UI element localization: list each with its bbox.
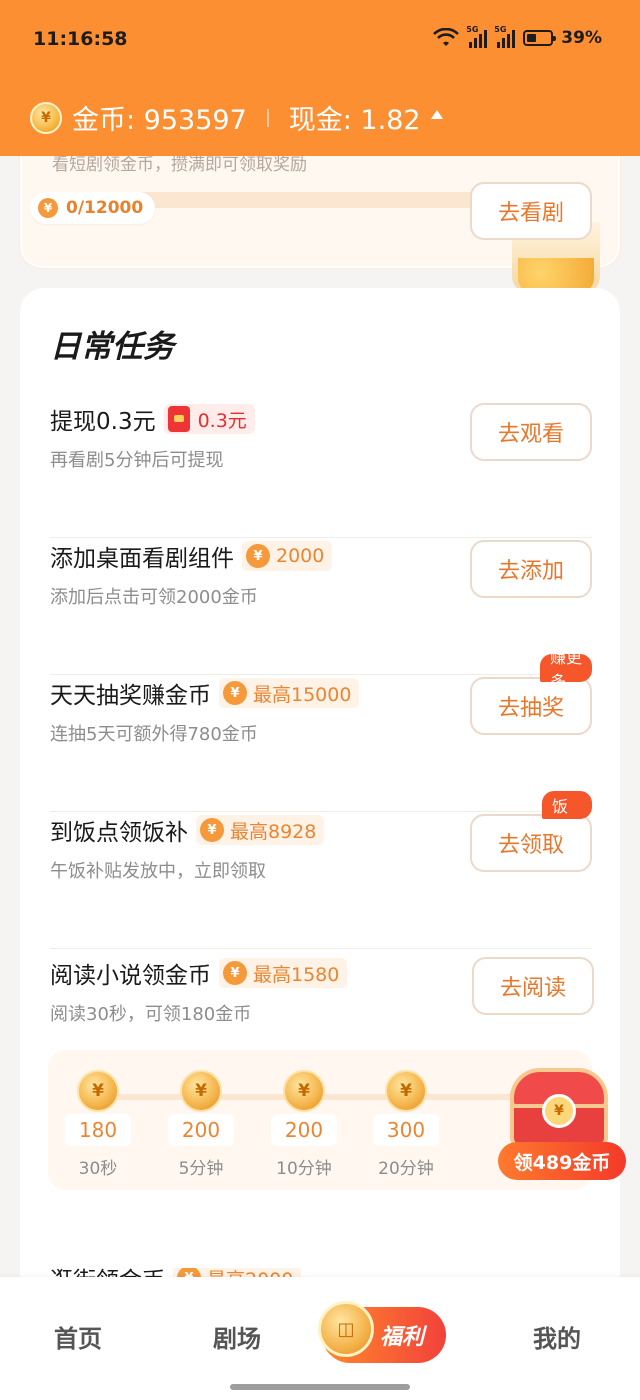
promo-badge: 开饭啦 [542, 773, 592, 840]
task-reward: ¥ 最高15000 [219, 678, 360, 708]
task-row: 阅读小说领金币 ¥ 最高1580 阅读30秒，可领180金币 去阅读 [50, 956, 594, 1040]
task-subtitle: 午饭补贴发放中，立即领取 [50, 861, 266, 882]
reading-reward-strip: ¥ 180 30秒 ¥ 200 5分钟 ¥ 200 10分钟 ¥ 300 20分… [48, 1050, 626, 1190]
daily-tasks-card: 日常任务 提现0.3元 0.3元 再看剧5分钟后可提现 去观看 添加桌面看剧组件… [20, 288, 626, 1388]
home-indicator[interactable] [230, 1384, 410, 1390]
step-time: 20分钟 [378, 1159, 434, 1179]
reading-step: ¥ 200 5分钟 [161, 1070, 241, 1179]
task-row: 提现0.3元 0.3元 再看剧5分钟后可提现 去观看 [50, 402, 592, 538]
coin-balance-bar[interactable]: ¥ 金币: 953597 现金: 1.82 [30, 98, 443, 137]
reading-step: ¥ 300 20分钟 [366, 1070, 446, 1179]
gold-coin-icon: ¥ [180, 1070, 222, 1112]
step-amount: 180 [65, 1114, 131, 1146]
status-icons: 5G 5G 39% [433, 25, 602, 48]
battery-icon [523, 30, 557, 46]
step-amount: 300 [373, 1114, 439, 1146]
battery-percent: 39% [561, 28, 602, 48]
task-row: 添加桌面看剧组件 ¥2000 添加后点击可领2000金币 去添加 [50, 539, 592, 675]
task-title: 提现0.3元 [50, 409, 156, 435]
coin-icon: ¥ [30, 101, 62, 134]
task-reward: ¥2000 [242, 541, 333, 571]
yuan-coin-icon: ¥ [223, 961, 247, 985]
yuan-coin-icon: ¥ [246, 544, 270, 568]
task-row: 天天抽奖赚金币 ¥ 最高15000 连抽5天可额外得780金币 去抽奖 赚更多 [50, 648, 592, 812]
step-amount: 200 [168, 1114, 234, 1146]
gold-coin-icon: ¥ [385, 1070, 427, 1112]
task-title: 阅读小说领金币 [50, 963, 211, 989]
red-envelope-icon [167, 406, 190, 432]
go-watch-task-button[interactable]: 去观看 [470, 403, 592, 461]
task-reward: 0.3元 [163, 404, 255, 434]
bottom-nav: 首页 剧场 福利 ◫ 我的 [0, 1277, 640, 1400]
watch-progress-pill: ¥ 0/12000 [30, 192, 156, 224]
status-bar: 11:16:58 5G 5G 39% [0, 0, 640, 80]
step-time: 5分钟 [178, 1159, 224, 1179]
signal-icon: 5G [494, 25, 516, 48]
task-title: 到饭点领饭补 [50, 820, 188, 846]
coin-balance: 金币: 953597 [72, 105, 247, 136]
task-title: 天天抽奖赚金币 [50, 683, 211, 709]
claim-chest-button[interactable]: 领489金币 [498, 1142, 626, 1180]
treasure-chest-icon[interactable]: ¥ [504, 1068, 614, 1148]
task-row: 到饭点领饭补 ¥最高8928 午饭补贴发放中，立即领取 去领取 开饭啦 [50, 773, 592, 949]
step-time: 30秒 [78, 1159, 118, 1179]
section-title: 日常任务 [50, 329, 174, 365]
reading-step: ¥ 200 10分钟 [264, 1070, 344, 1179]
promo-badge: 赚更多 [540, 648, 592, 691]
divider [266, 108, 269, 127]
watch-progress-text: 0/12000 [66, 198, 144, 218]
nav-mine[interactable]: 我的 [533, 1319, 581, 1354]
yuan-coin-icon: ¥ [38, 198, 58, 218]
task-subtitle: 添加后点击可领2000金币 [50, 587, 258, 608]
wifi-icon [433, 28, 460, 46]
gold-coin-icon: ¥ [283, 1070, 325, 1112]
task-subtitle: 阅读30秒，可领180金币 [50, 1004, 252, 1025]
gold-coin-icon: ¥ [77, 1070, 119, 1112]
go-watch-button[interactable]: 去看剧 [470, 182, 592, 240]
status-time: 11:16:58 [33, 28, 128, 50]
go-add-button[interactable]: 去添加 [470, 540, 592, 598]
task-subtitle: 再看剧5分钟后可提现 [50, 450, 224, 471]
nav-home[interactable]: 首页 [54, 1319, 102, 1354]
yuan-coin-icon: ¥ [223, 681, 247, 705]
reading-step: ¥ 180 30秒 [58, 1070, 138, 1179]
welfare-coin-icon: ◫ [318, 1301, 374, 1357]
step-amount: 200 [271, 1114, 337, 1146]
task-subtitle: 连抽5天可额外得780金币 [50, 724, 258, 745]
caret-up-icon[interactable] [430, 110, 443, 119]
task-title: 添加桌面看剧组件 [50, 546, 234, 572]
cash-balance: 现金: 1.82 [288, 105, 421, 136]
step-time: 10分钟 [276, 1159, 332, 1179]
yuan-coin-icon: ¥ [200, 818, 224, 842]
task-reward: ¥ 最高8928 [196, 815, 325, 845]
signal-icon: 5G [466, 25, 488, 48]
go-read-button[interactable]: 去阅读 [472, 957, 594, 1015]
top-header: 11:16:58 5G 5G 39% ¥ 金币: 953597 现金: 1.82 [0, 0, 640, 156]
task-reward: ¥ 最高1580 [219, 958, 348, 988]
nav-theater[interactable]: 剧场 [213, 1319, 261, 1354]
chest-lock-icon: ¥ [542, 1094, 576, 1128]
